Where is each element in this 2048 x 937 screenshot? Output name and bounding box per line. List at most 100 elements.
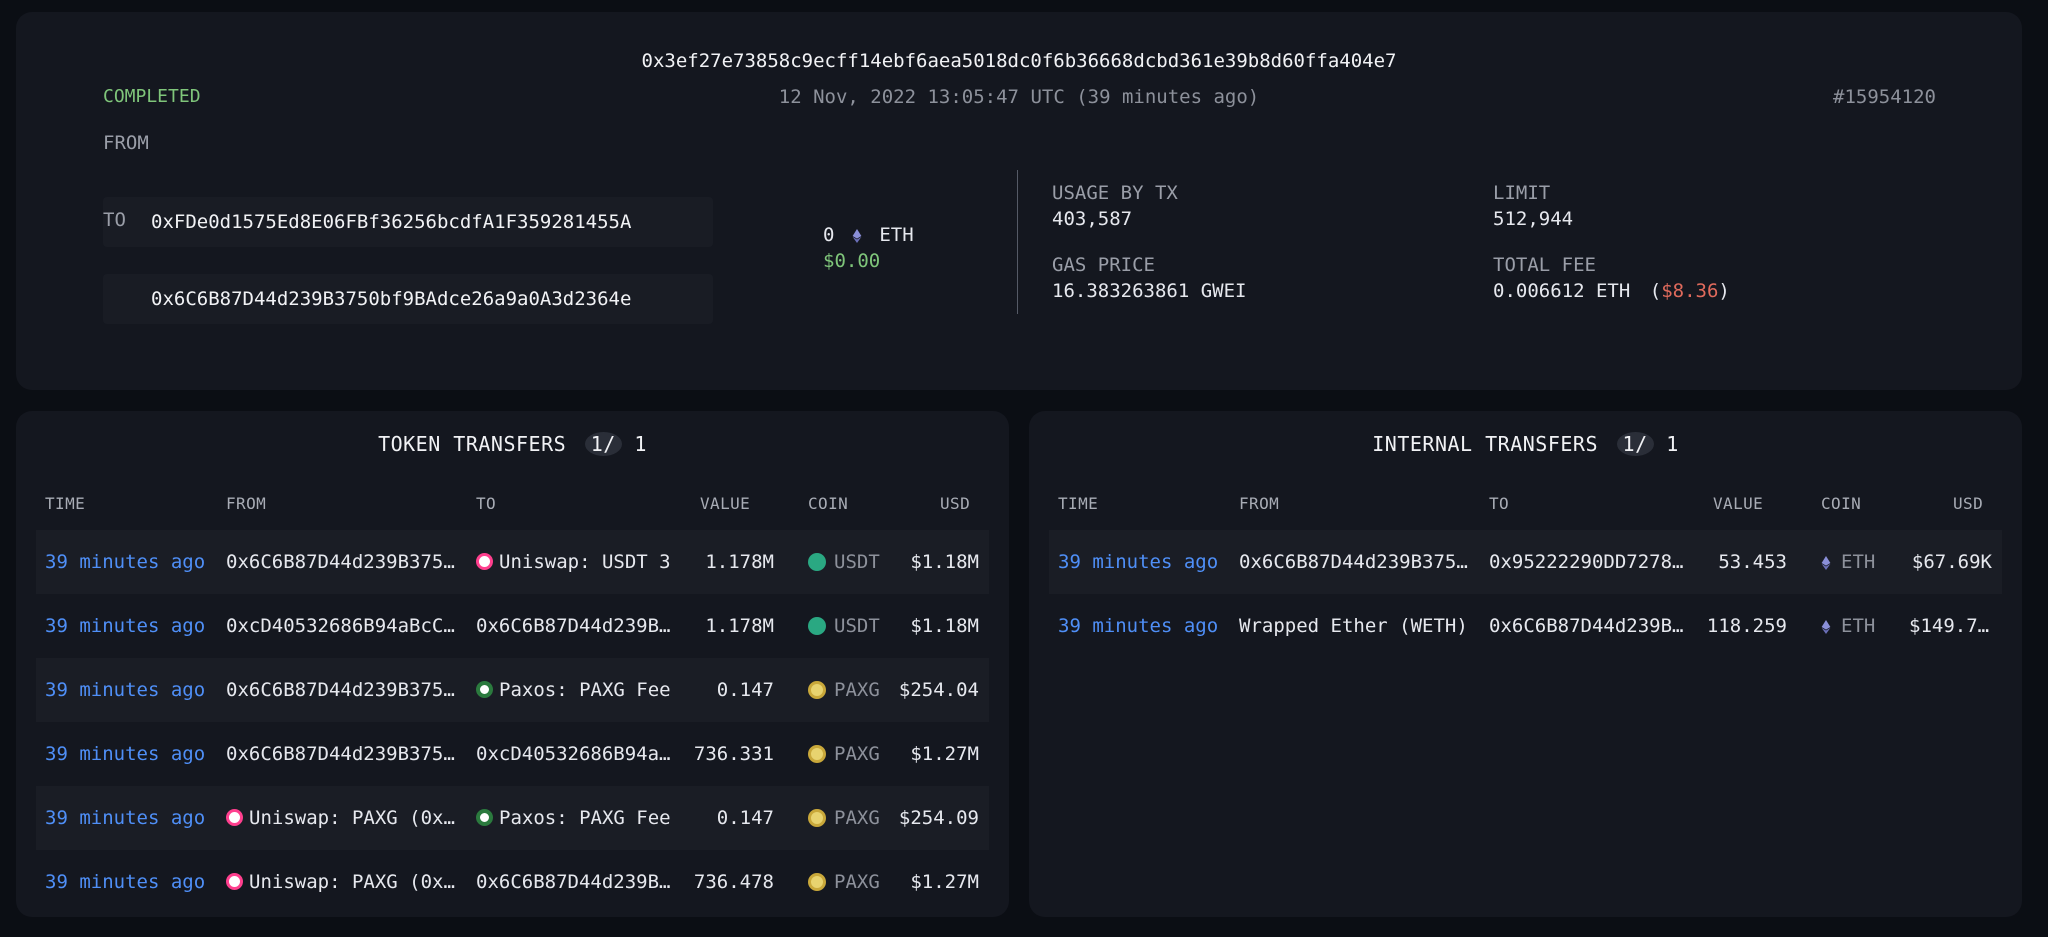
page-total: 1 xyxy=(634,432,647,456)
table-row[interactable]: 39 minutes ago 0xcD40532686B94aBcC3e9d3F… xyxy=(36,594,989,658)
to-address[interactable]: Paxos: PAXG Fee xyxy=(476,786,681,850)
paxg-icon xyxy=(808,873,826,891)
col-coin: COIN xyxy=(808,494,849,513)
to-address[interactable]: 0x6C6B87D44d239B3750bf9BAdce26a9a0A3d236… xyxy=(1489,594,1694,658)
time-link[interactable]: 39 minutes ago xyxy=(45,658,215,722)
to-label: Paxos: PAXG Fee xyxy=(499,807,671,829)
to-address[interactable]: Uniswap: USDT 3 xyxy=(476,530,681,594)
coin[interactable]: PAXG xyxy=(808,850,898,914)
coin[interactable]: USDT xyxy=(808,530,898,594)
col-to: TO xyxy=(476,494,497,513)
col-value: VALUE xyxy=(700,494,751,513)
coin[interactable]: PAXG xyxy=(808,786,898,850)
value-amount: 0 xyxy=(823,224,835,246)
coin[interactable]: PAXG xyxy=(808,722,898,786)
time-link[interactable]: 39 minutes ago xyxy=(45,722,215,786)
paxg-icon xyxy=(808,681,826,699)
usd-value: $254.09 xyxy=(898,807,979,829)
pagination[interactable]: 1/ xyxy=(1616,432,1654,456)
from-address[interactable]: 0x6C6B87D44d239B3750bf9BAdce26a9a0A3d236… xyxy=(226,722,456,786)
col-time: TIME xyxy=(1058,494,1099,513)
table-row[interactable]: 39 minutes ago Uniswap: PAXG (0x9C4Fe5FF… xyxy=(36,850,989,914)
transaction-timestamp: 12 Nov, 2022 13:05:47 UTC (39 minutes ag… xyxy=(778,86,1260,108)
usd-value: $1.18M xyxy=(910,551,979,573)
table-row[interactable]: 39 minutes ago 0x6C6B87D44d239B3750bf9BA… xyxy=(36,658,989,722)
usdt-icon xyxy=(808,553,826,571)
uniswap-icon xyxy=(226,873,243,890)
internal-transfers-header: INTERNAL TRANSFERS 1/ 1 xyxy=(1029,432,2022,456)
from-address[interactable]: 0x6C6B87D44d239B3750bf9BAdce26a9a0A3d236… xyxy=(1239,530,1469,594)
table-row[interactable]: 39 minutes ago 0x6C6B87D44d239B3750bf9BA… xyxy=(1049,530,2002,594)
to-address[interactable]: 0x6C6B87D44d239B3750bf9BAdce26a9a0A3d236… xyxy=(103,274,713,324)
col-from: FROM xyxy=(1239,494,1280,513)
time-link[interactable]: 39 minutes ago xyxy=(1058,594,1228,658)
time-link[interactable]: 39 minutes ago xyxy=(45,850,215,914)
from-address[interactable]: 0xcD40532686B94aBcC3e9d3F2Ea1d7d8C xyxy=(226,594,456,658)
col-coin: COIN xyxy=(1821,494,1862,513)
from-label: FROM xyxy=(103,132,149,154)
total-fee-usd: $8.36 xyxy=(1661,280,1719,302)
time-link[interactable]: 39 minutes ago xyxy=(1058,530,1228,594)
coin[interactable]: PAXG xyxy=(808,658,898,722)
usd-value: $254.04 xyxy=(898,679,979,701)
coin-label: PAXG xyxy=(834,807,880,829)
from-address[interactable]: Uniswap: PAXG (0x9C4Fe5FFD9A9fC5678cFBd9… xyxy=(226,786,456,850)
value: 736.331 xyxy=(693,743,774,765)
from-address[interactable]: Uniswap: PAXG (0x9C4Fe5FFD9A9fC5678cFBd9… xyxy=(226,850,456,914)
to-address[interactable]: 0xcD40532686B94aBcC3e9d3F2Ea1d7d8C xyxy=(476,722,681,786)
total-fee-eth: 0.006612 ETH xyxy=(1493,280,1631,302)
value: 736.478 xyxy=(693,871,774,893)
gas-price-value: 16.383263861 GWEI xyxy=(1052,280,1247,302)
usd-value: $1.18M xyxy=(910,615,979,637)
time-link[interactable]: 39 minutes ago xyxy=(45,594,215,658)
col-value: VALUE xyxy=(1713,494,1764,513)
time-link[interactable]: 39 minutes ago xyxy=(45,786,215,850)
pagination[interactable]: 1/ xyxy=(584,432,622,456)
value: 1.178M xyxy=(705,551,774,573)
token-transfers-card: TOKEN TRANSFERS 1/ 1 TIME FROM TO VALUE … xyxy=(16,411,1009,917)
value-unit: ETH xyxy=(879,224,914,246)
coin-label: ETH xyxy=(1841,551,1876,573)
col-usd: USD xyxy=(940,494,971,513)
coin-label: PAXG xyxy=(834,871,880,893)
to-label: Uniswap: USDT 3 xyxy=(499,551,671,573)
to-address[interactable]: 0x6C6B87D44d239B3750bf9BAdce26a9a0A3d236… xyxy=(476,850,681,914)
to-address[interactable]: 0x6C6B87D44d239B3750bf9BAdce26a9a0A3d236… xyxy=(476,594,681,658)
total-fee-value: 0.006612 ETH ($8.36) xyxy=(1493,280,1730,302)
token-transfers-title: TOKEN TRANSFERS xyxy=(378,432,567,456)
col-usd: USD xyxy=(1953,494,1984,513)
coin[interactable]: ETH xyxy=(1821,530,1911,594)
page-number: 1/ xyxy=(590,432,616,456)
to-address[interactable]: 0x95222290DD7278Aa3Ddd389Cc1E1d165CC4BAf… xyxy=(1489,530,1694,594)
usd-value: $1.27M xyxy=(910,871,979,893)
coin-label: PAXG xyxy=(834,743,880,765)
limit-label: LIMIT xyxy=(1493,182,1551,204)
time-link[interactable]: 39 minutes ago xyxy=(45,530,215,594)
table-row[interactable]: 39 minutes ago Wrapped Ether (WETH) 0x6C… xyxy=(1049,594,2002,658)
transaction-hash[interactable]: 0x3ef27e73858c9ecff14ebf6aea5018dc0f6b36… xyxy=(16,50,2022,72)
value: 53.453 xyxy=(1718,551,1787,573)
from-address[interactable]: 0x6C6B87D44d239B3750bf9BAdce26a9a0A3d236… xyxy=(226,530,456,594)
usage-value: 403,587 xyxy=(1052,208,1133,230)
coin[interactable]: USDT xyxy=(808,594,898,658)
table-row[interactable]: 39 minutes ago Uniswap: PAXG (0x9C4Fe5FF… xyxy=(36,786,989,850)
transaction-summary-card: 0x3ef27e73858c9ecff14ebf6aea5018dc0f6b36… xyxy=(16,12,2022,390)
coin[interactable]: ETH xyxy=(1821,594,1911,658)
to-address[interactable]: Paxos: PAXG Fee xyxy=(476,658,681,722)
value: 0.147 xyxy=(716,807,774,829)
from-address[interactable]: 0x6C6B87D44d239B3750bf9BAdce26a9a0A3d236… xyxy=(226,658,456,722)
col-to: TO xyxy=(1489,494,1510,513)
coin-label: USDT xyxy=(834,615,880,637)
value: 1.178M xyxy=(705,615,774,637)
from-address[interactable]: 0xFDe0d1575Ed8E06FBf36256bcdfA1F35928145… xyxy=(103,197,713,247)
block-number[interactable]: #15954120 xyxy=(1833,86,1936,108)
table-row[interactable]: 39 minutes ago 0x6C6B87D44d239B3750bf9BA… xyxy=(36,530,989,594)
table-row[interactable]: 39 minutes ago 0x6C6B87D44d239B3750bf9BA… xyxy=(36,722,989,786)
ethereum-icon xyxy=(1821,555,1831,570)
from-label: Uniswap: PAXG (0x9C4Fe5FFD9A9fC5678cFBd9… xyxy=(249,871,456,893)
to-label: TO xyxy=(103,209,126,231)
coin-label: PAXG xyxy=(834,679,880,701)
total-fee-label: TOTAL FEE xyxy=(1493,254,1596,276)
ethereum-icon xyxy=(852,228,862,243)
from-address[interactable]: Wrapped Ether (WETH) xyxy=(1239,594,1469,658)
